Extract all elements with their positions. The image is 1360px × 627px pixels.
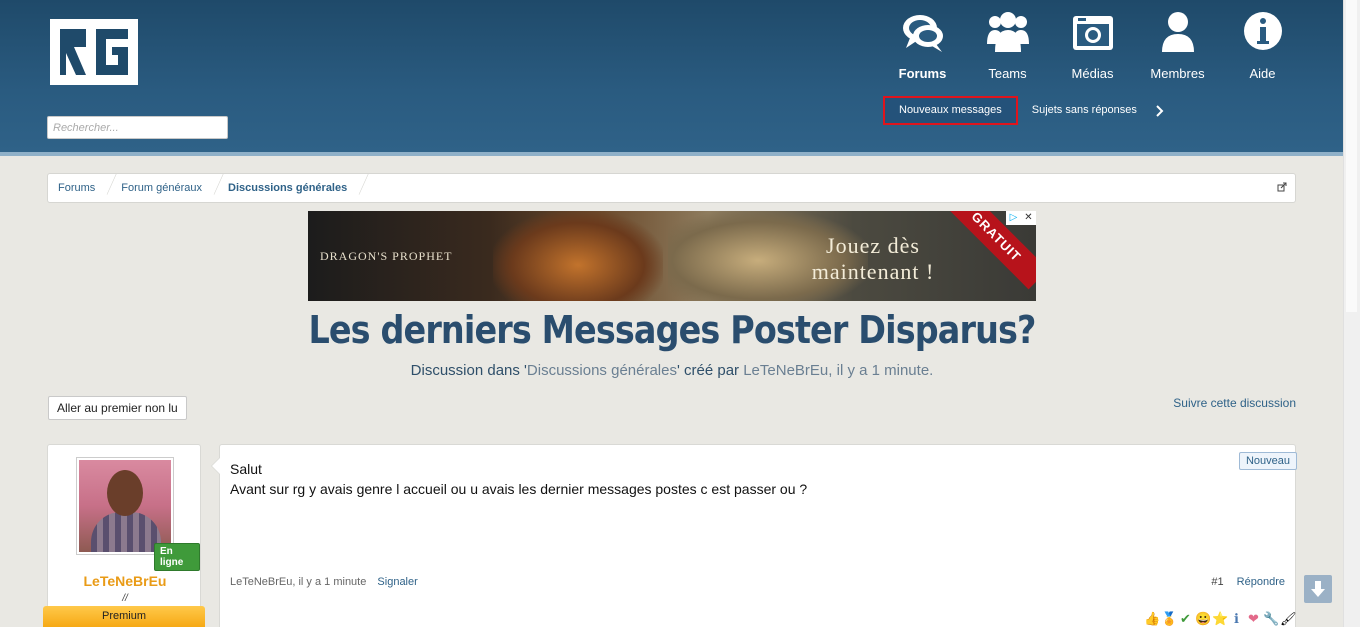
first-unread-button[interactable]: Aller au premier non lu — [48, 396, 187, 420]
site-logo[interactable] — [50, 19, 138, 85]
post-line-1: Salut — [230, 461, 262, 477]
scrollbar-thumb[interactable] — [1346, 0, 1357, 312]
post-username[interactable]: LeTeNeBrEu — [48, 573, 202, 589]
nav-aide-label: Aide — [1249, 66, 1276, 81]
like-icon[interactable]: 👍 — [1144, 611, 1160, 627]
wrench-icon[interactable]: 🔧 — [1263, 611, 1279, 627]
ad-cta: Jouez dès maintenant ! — [808, 233, 938, 285]
post-meta-time: , il y a 1 minute — [292, 576, 367, 588]
post-meta: LeTeNeBrEu, il y a 1 minute Signaler — [230, 576, 418, 588]
reaction-bar: 👍 🏅 ✔ 😀 ⭐ ℹ ❤ 🔧 🖌 — [1144, 611, 1297, 627]
sub-nav: Nouveaux messages Sujets sans réponses — [883, 96, 1165, 125]
post-meta-author[interactable]: LeTeNeBrEu — [230, 576, 292, 588]
breadcrumb-forum-generaux[interactable]: Forum généraux — [111, 174, 218, 202]
user-title: // — [122, 593, 128, 604]
nav-aide[interactable]: Aide — [1220, 10, 1305, 81]
ad-brand: DRAGON'S PROPHET — [320, 249, 453, 263]
chat-bubbles-icon — [902, 15, 943, 52]
users-group-icon — [986, 12, 1029, 52]
ad-close-icon[interactable]: ✕ — [1021, 211, 1036, 225]
subnav-new-messages[interactable]: Nouveaux messages — [883, 96, 1018, 125]
subtitle-suffix: , il y a 1 minute. — [828, 362, 934, 379]
ad-art-warrior — [493, 211, 663, 301]
ad-cta-line1: Jouez dès — [826, 233, 920, 258]
subtitle-mid: ' créé par — [676, 362, 744, 379]
post-content: Salut Avant sur rg y avais genre l accue… — [211, 444, 1297, 627]
avatar-body — [91, 512, 161, 552]
user-rank-banner: Premium — [43, 606, 205, 627]
follow-thread-link[interactable]: Suivre cette discussion — [1173, 396, 1296, 410]
ad-cta-line2: maintenant ! — [811, 259, 935, 284]
online-status-badge: En ligne — [154, 543, 200, 571]
breadcrumb: Forums Forum généraux Discussions généra… — [47, 173, 1296, 203]
thread-title: Les derniers Messages Poster Disparus? — [308, 308, 1036, 352]
nav-medias-label: Médias — [1071, 66, 1114, 81]
avatar-head — [107, 470, 143, 516]
subnav-unanswered[interactable]: Sujets sans réponses — [1018, 98, 1151, 123]
award-icon[interactable]: 🏅 — [1161, 611, 1177, 627]
search-input[interactable] — [47, 116, 228, 139]
brush-icon[interactable]: 🖌 — [1280, 611, 1297, 627]
post-user-info: En ligne LeTeNeBrEu // — [47, 444, 201, 627]
nav-membres-label: Membres — [1150, 66, 1205, 81]
chevron-right-icon[interactable] — [1155, 104, 1165, 118]
post-actions: #1 Répondre — [1211, 576, 1285, 588]
nav-forums[interactable]: Forums — [880, 10, 965, 81]
arrow-down-icon — [1311, 581, 1325, 597]
new-post-badge: Nouveau — [1238, 452, 1297, 470]
post-number-link[interactable]: #1 — [1211, 576, 1223, 588]
heart-icon[interactable]: ❤ — [1246, 611, 1261, 627]
nav-membres[interactable]: Membres — [1135, 10, 1220, 81]
report-link[interactable]: Signaler — [377, 576, 417, 588]
reply-link[interactable]: Répondre — [1237, 576, 1285, 588]
info-small-icon[interactable]: ℹ — [1229, 611, 1244, 627]
post-line-2: Avant sur rg y avais genre l accueil ou … — [230, 481, 808, 497]
info-icon — [1243, 12, 1282, 50]
subtitle-author-link[interactable]: LeTeNeBrEu — [743, 362, 828, 379]
avatar-image — [79, 460, 171, 552]
ad-controls: ▷ ✕ — [1006, 211, 1036, 225]
nav-forums-label: Forums — [898, 66, 947, 81]
jump-to-icon[interactable] — [1277, 182, 1287, 192]
user-icon — [1161, 12, 1194, 52]
breadcrumb-forums[interactable]: Forums — [48, 174, 111, 202]
main-nav: Forums Teams Médias Membres Aide — [880, 10, 1305, 81]
post-message: Salut Avant sur rg y avais genre l accue… — [230, 459, 807, 499]
page-scrollbar[interactable] — [1343, 0, 1360, 627]
subtitle-prefix: Discussion dans ' — [410, 362, 527, 379]
subtitle-forum-link[interactable]: Discussions générales — [527, 362, 677, 379]
scroll-down-button[interactable] — [1304, 575, 1332, 603]
avatar[interactable] — [76, 457, 174, 555]
ad-banner[interactable]: DRAGON'S PROPHET Jouez dès maintenant ! … — [308, 211, 1036, 301]
site-header: Forums Teams Médias — [0, 0, 1360, 156]
nav-medias[interactable]: Médias — [1050, 10, 1135, 81]
thread-subtitle: Discussion dans 'Discussions générales' … — [0, 362, 1344, 379]
check-icon[interactable]: ✔ — [1178, 611, 1193, 627]
star-icon[interactable]: ⭐ — [1212, 611, 1228, 627]
smile-icon[interactable]: 😀 — [1195, 611, 1211, 627]
nav-teams[interactable]: Teams — [965, 10, 1050, 81]
camera-icon — [1072, 16, 1113, 50]
breadcrumb-discussions-generales[interactable]: Discussions générales — [218, 174, 363, 202]
nav-teams-label: Teams — [988, 66, 1027, 81]
ad-choices-icon[interactable]: ▷ — [1006, 211, 1021, 225]
